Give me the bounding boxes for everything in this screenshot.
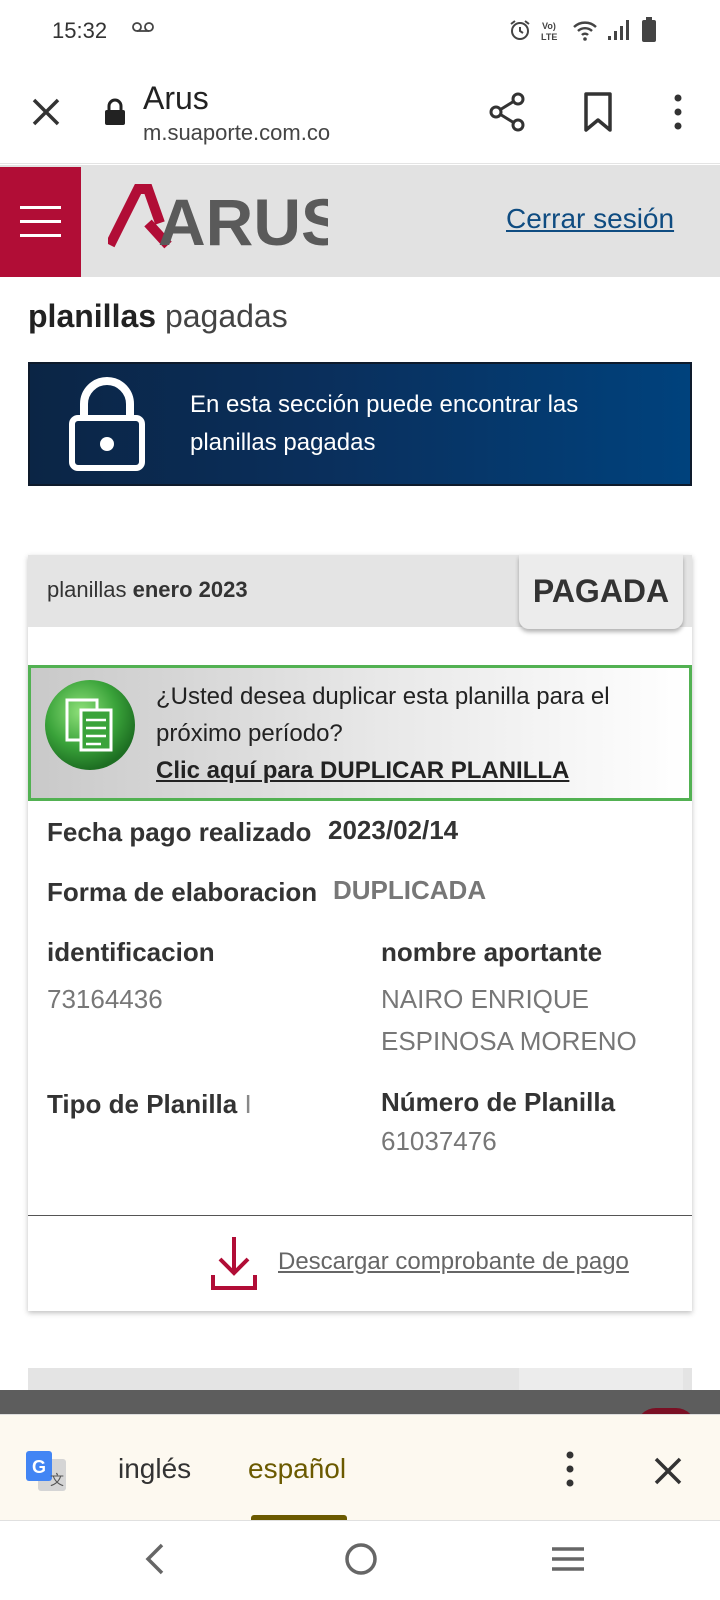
home-icon[interactable] — [343, 1541, 379, 1577]
more-vert-icon[interactable] — [560, 1447, 580, 1491]
forma-value: DUPLICADA — [333, 875, 487, 905]
site-header: ARUS Cerrar sesión — [0, 165, 720, 277]
info-banner: En esta sección puede encontrar las plan… — [28, 362, 692, 486]
banner-text: En esta sección puede encontrar las plan… — [190, 391, 579, 456]
signal-icon — [608, 20, 629, 40]
svg-text:LTE: LTE — [541, 32, 557, 42]
tipo-planilla-label-text: Tipo de Planilla — [47, 1089, 238, 1119]
recent-apps-icon[interactable] — [550, 1543, 586, 1575]
site-url[interactable]: m.suaporte.com.co — [143, 120, 330, 146]
translate-bar: G 文 inglés español — [0, 1414, 720, 1521]
system-nav-bar — [0, 1520, 720, 1600]
card-divider — [28, 1215, 692, 1216]
close-icon[interactable] — [648, 1451, 688, 1491]
nombre-value-line2: ESPINOSA MORENO — [381, 1026, 637, 1056]
nombre-value-line1: NAIRO ENRIQUE — [381, 984, 590, 1014]
bookmark-icon[interactable] — [578, 90, 618, 134]
more-vert-icon[interactable] — [664, 90, 692, 134]
fecha-label: Fecha pago realizado — [47, 817, 312, 847]
status-bar: 15:32 Vo) LTE — [0, 0, 720, 60]
numero-planilla-value: 61037476 — [381, 1126, 497, 1156]
duplicate-prompt: ¿Usted desea duplicar esta planilla para… — [28, 665, 692, 801]
back-icon[interactable] — [140, 1539, 170, 1579]
page-title: planillas pagadas — [28, 298, 288, 335]
language-source-tab[interactable]: inglés — [118, 1453, 191, 1485]
planilla-card: planillas enero 2023 PAGADA ¿Usted desea… — [28, 555, 692, 1311]
volte-icon: Vo) LTE — [541, 21, 557, 42]
voicemail-icon — [132, 22, 154, 32]
tipo-planilla-label: Tipo de Planilla I — [47, 1089, 252, 1120]
forma-label: Forma de elaboracion — [47, 877, 318, 907]
duplicate-text: ¿Usted desea duplicar esta planilla para… — [156, 678, 676, 789]
svg-text:Vo): Vo) — [542, 21, 556, 31]
page-title-rest: pagadas — [164, 298, 288, 334]
google-translate-icon[interactable]: G 文 — [24, 1449, 68, 1493]
hamburger-menu-button[interactable] — [0, 167, 81, 277]
arus-logo: ARUS — [108, 184, 328, 255]
identificacion-label: identificacion — [47, 937, 215, 967]
translate-bar-shadow — [0, 1390, 720, 1416]
download-icon[interactable] — [210, 1235, 258, 1293]
close-icon[interactable] — [26, 92, 66, 132]
card-period: planillas enero 2023 — [47, 577, 248, 603]
browser-toolbar: Arus m.suaporte.com.co — [0, 60, 720, 164]
duplicate-question: ¿Usted desea duplicar esta planilla para… — [156, 683, 610, 747]
wifi-icon — [573, 21, 597, 41]
numero-planilla-label: Número de Planilla — [381, 1087, 616, 1117]
tipo-planilla-value: I — [244, 1089, 252, 1119]
logo-text: ARUS — [158, 185, 328, 255]
logout-link[interactable]: Cerrar sesión — [506, 203, 674, 235]
page-title-bold: planillas — [28, 298, 157, 334]
lock-icon[interactable] — [104, 98, 126, 126]
card-period-prefix: planillas — [47, 577, 127, 602]
svg-text:G: G — [32, 1457, 46, 1477]
share-icon[interactable] — [486, 90, 530, 134]
padlock-icon — [69, 377, 145, 471]
svg-text:文: 文 — [50, 1473, 64, 1489]
identificacion-value: 73164436 — [47, 984, 163, 1014]
card-period-month: enero 2023 — [132, 577, 248, 602]
status-badge: PAGADA — [519, 555, 683, 629]
duplicate-link[interactable]: Clic aquí para DUPLICAR PLANILLA — [156, 752, 676, 789]
fecha-value: 2023/02/14 — [328, 815, 459, 845]
duplicate-document-icon — [45, 680, 135, 770]
battery-icon — [642, 17, 656, 42]
download-receipt-link[interactable]: Descargar comprobante de pago — [278, 1248, 629, 1276]
site-title[interactable]: Arus — [143, 80, 209, 117]
nombre-label: nombre aportante — [381, 937, 603, 967]
language-target-tab[interactable]: español — [248, 1453, 346, 1485]
alarm-icon — [510, 20, 530, 40]
status-time: 15:32 — [52, 18, 108, 43]
